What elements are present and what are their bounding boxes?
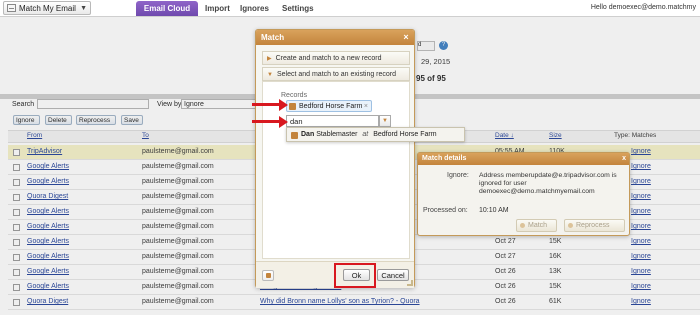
caret-right-icon: ▶ bbox=[267, 56, 272, 62]
details-reprocess-label: Reprocess bbox=[576, 222, 610, 229]
processed-value: 10:10 AM bbox=[479, 207, 509, 214]
select-record-option[interactable]: ▼ Select and match to an existing record bbox=[262, 67, 410, 81]
suggestion-company: Bedford Horse Farm bbox=[373, 131, 437, 138]
contact-icon bbox=[291, 132, 298, 139]
record-icon-button[interactable] bbox=[262, 270, 274, 281]
match-dialog-title: Match bbox=[256, 30, 414, 45]
user-greeting[interactable]: Hello demoexec@demo.matchmy bbox=[591, 4, 696, 11]
details-match-button[interactable]: Match bbox=[516, 219, 557, 232]
tab-email-cloud[interactable]: Email Cloud bbox=[136, 1, 198, 16]
details-reprocess-button[interactable]: Reprocess bbox=[564, 219, 625, 232]
match-dialog: Match × ▶ Create and match to a new recor… bbox=[255, 29, 415, 288]
close-icon[interactable]: x bbox=[622, 155, 626, 163]
ok-highlight-box bbox=[334, 263, 376, 288]
record-search-input[interactable]: dan bbox=[286, 115, 379, 127]
records-label: Records bbox=[281, 92, 308, 99]
app-menu-label: Match My Email bbox=[19, 3, 76, 13]
suggestion-name: Dan bbox=[301, 131, 315, 138]
suggestion-at: at bbox=[362, 131, 369, 138]
selected-record-label: Bedford Horse Farm bbox=[299, 103, 363, 110]
suggestion-rest: Stablemaster bbox=[316, 131, 358, 138]
chevron-down-icon[interactable]: ▼ bbox=[379, 115, 391, 127]
chevron-down-icon: ▼ bbox=[80, 4, 87, 12]
mail-icon bbox=[7, 4, 16, 12]
match-details-dialog: Match details x Ignore: Address memberup… bbox=[417, 152, 630, 236]
cancel-button[interactable]: Cancel bbox=[377, 269, 409, 281]
app-menu-button[interactable]: Match My Email ▼ bbox=[3, 1, 91, 15]
match-details-title: Match details bbox=[418, 153, 629, 165]
details-match-label: Match bbox=[528, 222, 548, 229]
plus-icon bbox=[520, 222, 525, 228]
processed-label: Processed on: bbox=[423, 207, 468, 214]
tab-import[interactable]: Import bbox=[198, 1, 237, 16]
ignore-text: Address memberupdate@e.tripadvisor.com i… bbox=[479, 172, 617, 195]
create-record-label: Create and match to a new record bbox=[275, 55, 382, 62]
ignore-label: Ignore: bbox=[447, 172, 469, 179]
create-record-option[interactable]: ▶ Create and match to a new record bbox=[262, 51, 410, 65]
caret-down-icon: ▼ bbox=[267, 72, 273, 78]
select-record-label: Select and match to an existing record bbox=[276, 71, 397, 78]
reprocess-icon bbox=[568, 222, 573, 228]
remove-icon[interactable]: × bbox=[364, 101, 368, 112]
record-suggestion[interactable]: Dan Stablemaster at Bedford Horse Farm bbox=[286, 127, 465, 142]
company-icon bbox=[289, 103, 296, 110]
tab-ignores[interactable]: Ignores bbox=[233, 1, 276, 16]
close-icon[interactable]: × bbox=[402, 33, 410, 42]
selected-record-chip[interactable]: Bedford Horse Farm × bbox=[286, 100, 372, 112]
resize-grip-icon[interactable] bbox=[407, 280, 413, 286]
tab-settings[interactable]: Settings bbox=[275, 1, 321, 16]
